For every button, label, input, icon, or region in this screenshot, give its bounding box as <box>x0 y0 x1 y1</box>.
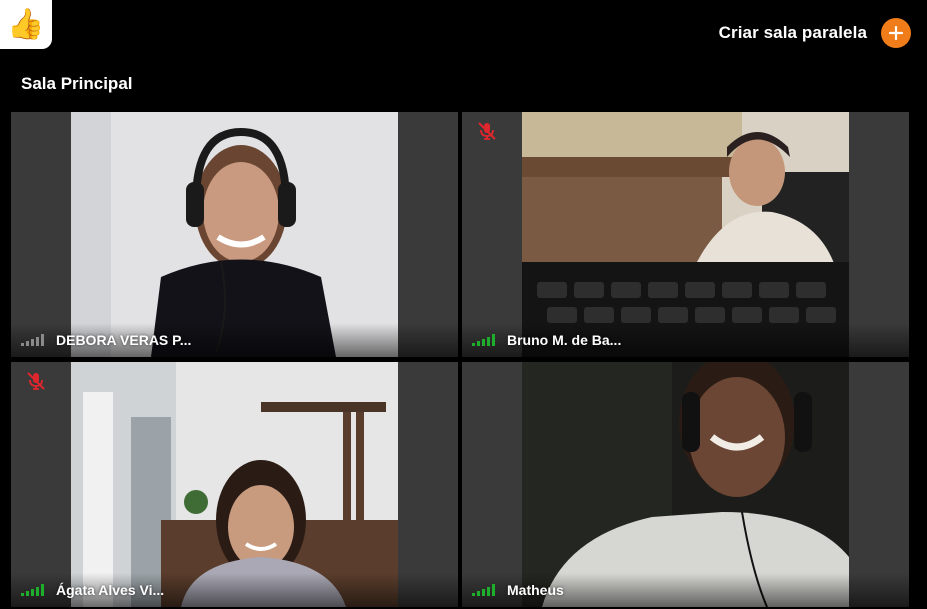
participant-tile-bruno[interactable]: Bruno M. de Ba... <box>462 112 909 357</box>
plus-icon <box>881 18 911 48</box>
participant-name-bar: DEBORA VERAS P... <box>11 323 458 357</box>
reaction-button[interactable]: 👍 <box>0 0 52 49</box>
participant-video <box>522 112 849 357</box>
participant-video <box>71 112 398 357</box>
thumbs-up-icon: 👍 <box>7 7 45 41</box>
signal-strength-icon <box>472 334 495 346</box>
microphone-muted-icon <box>27 372 45 390</box>
signal-strength-icon <box>21 584 44 596</box>
participant-name-bar: Ágata Alves Vi... <box>11 573 458 607</box>
participant-video <box>71 362 398 607</box>
signal-strength-icon <box>21 334 44 346</box>
create-breakout-room-label: Criar sala paralela <box>718 23 867 42</box>
participant-name: Matheus <box>507 582 564 598</box>
signal-strength-icon <box>472 584 495 596</box>
participant-name-bar: Bruno M. de Ba... <box>462 323 909 357</box>
participant-name: DEBORA VERAS P... <box>56 332 192 348</box>
participant-name-bar: Matheus <box>462 573 909 607</box>
participant-tile-agata[interactable]: Ágata Alves Vi... <box>11 362 458 607</box>
participant-tile-debora[interactable]: DEBORA VERAS P... <box>11 112 458 357</box>
participant-name: Bruno M. de Ba... <box>507 332 622 348</box>
create-breakout-room-button[interactable]: Criar sala paralela <box>719 18 911 48</box>
participant-name: Ágata Alves Vi... <box>56 582 165 598</box>
participant-video <box>522 362 849 607</box>
participant-tile-matheus[interactable]: Matheus <box>462 362 909 607</box>
microphone-muted-icon <box>478 122 496 140</box>
room-title: Sala Principal <box>21 74 133 93</box>
